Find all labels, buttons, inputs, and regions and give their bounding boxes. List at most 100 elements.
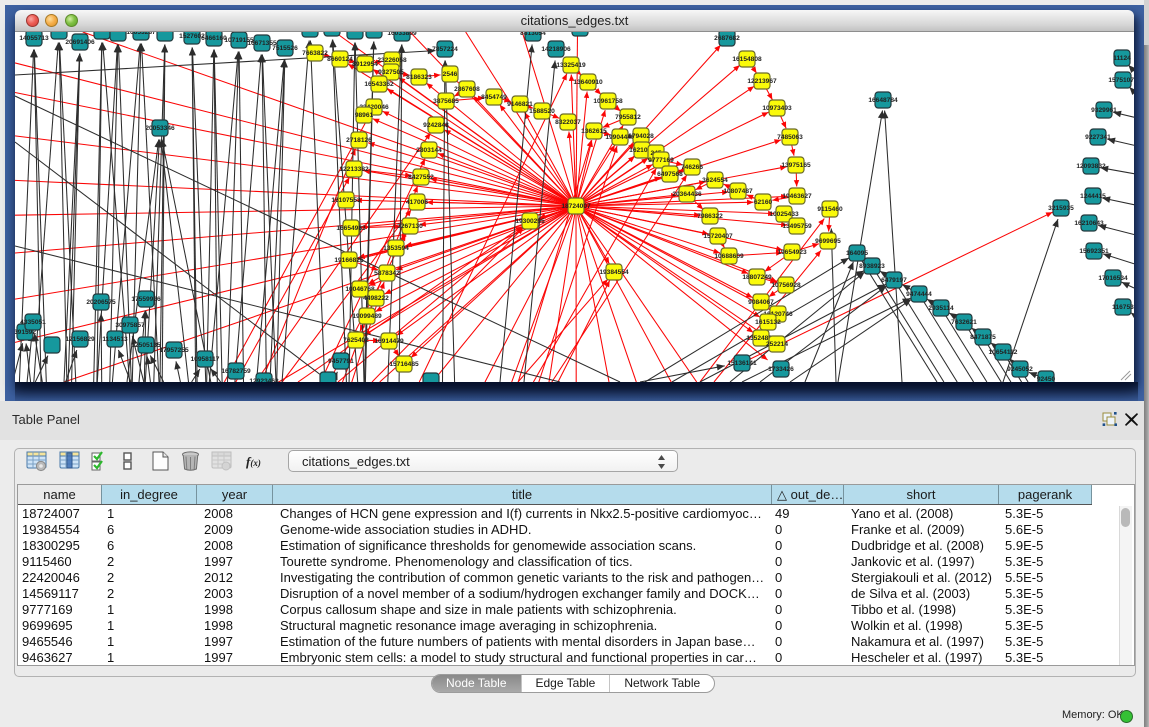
svg-text:14218906: 14218906 <box>541 46 571 53</box>
svg-text:9699695: 9699695 <box>815 238 841 245</box>
svg-text:9777169: 9777169 <box>648 157 674 164</box>
svg-text:10961758: 10961758 <box>593 98 623 105</box>
svg-text:9327505: 9327505 <box>378 69 404 76</box>
svg-text:1733426: 1733426 <box>768 366 794 373</box>
svg-text:12213382: 12213382 <box>339 166 369 173</box>
svg-text:1134513: 1134513 <box>102 336 128 343</box>
svg-text:164095: 164095 <box>846 250 868 257</box>
svg-text:16033809: 16033809 <box>387 32 417 37</box>
svg-text:7986322: 7986322 <box>697 213 723 220</box>
svg-text:5878342: 5878342 <box>374 270 400 277</box>
svg-text:1362615: 1362615 <box>581 128 607 135</box>
svg-text:417006: 417006 <box>406 199 428 206</box>
svg-text:13640910: 13640910 <box>573 79 603 86</box>
svg-text:6479197: 6479197 <box>881 277 907 284</box>
svg-text:4498222: 4498222 <box>363 295 389 302</box>
svg-text:7625402: 7625402 <box>343 337 369 344</box>
svg-text:6497568: 6497568 <box>657 171 683 178</box>
svg-text:13495759: 13495759 <box>782 223 812 230</box>
svg-text:8427552: 8427552 <box>408 174 434 181</box>
svg-text:19099489: 19099489 <box>352 313 382 320</box>
svg-text:6466160: 6466160 <box>201 35 227 42</box>
svg-text:6794028: 6794028 <box>628 133 654 140</box>
svg-text:15720407: 15720407 <box>703 233 733 240</box>
svg-text:9115460: 9115460 <box>817 206 843 213</box>
svg-text:3624554: 3624554 <box>702 177 728 184</box>
svg-text:3215935: 3215935 <box>1048 205 1074 212</box>
svg-text:746266: 746266 <box>681 164 703 171</box>
svg-text:2687682: 2687682 <box>714 35 740 42</box>
svg-text:16210643: 16210643 <box>1074 220 1104 227</box>
svg-text:20053346: 20053346 <box>145 125 175 132</box>
svg-text:16654983: 16654983 <box>336 225 366 232</box>
svg-text:16914479: 16914479 <box>374 338 404 345</box>
svg-text:2718126: 2718126 <box>346 137 372 144</box>
svg-text:7632621: 7632621 <box>951 319 977 326</box>
svg-text:10756928: 10756928 <box>771 282 801 289</box>
svg-text:9242848: 9242848 <box>423 122 449 129</box>
svg-text:252214: 252214 <box>766 341 788 348</box>
svg-text:2803144: 2803144 <box>416 147 442 154</box>
svg-text:9474444: 9474444 <box>906 291 932 298</box>
svg-text:8912954: 8912954 <box>352 61 378 68</box>
svg-text:10653287: 10653287 <box>126 32 156 36</box>
svg-text:16782759: 16782759 <box>221 368 251 375</box>
svg-text:7955812: 7955812 <box>615 114 641 121</box>
svg-text:13975165: 13975165 <box>781 162 811 169</box>
svg-text:2935114: 2935114 <box>928 305 954 312</box>
svg-text:9084067: 9084067 <box>748 299 774 306</box>
svg-text:9227341: 9227341 <box>1085 134 1111 141</box>
svg-text:9245052: 9245052 <box>1007 366 1033 373</box>
svg-text:3875685: 3875685 <box>433 98 459 105</box>
svg-text:7515526: 7515526 <box>272 45 298 52</box>
svg-text:17559926: 17559926 <box>131 296 161 303</box>
svg-text:19300295: 19300295 <box>515 218 545 225</box>
svg-text:20364436: 20364436 <box>672 191 702 198</box>
svg-text:15692351: 15692351 <box>1079 248 1109 255</box>
svg-text:30975857: 30975857 <box>115 322 145 329</box>
svg-text:20206575: 20206575 <box>86 299 116 306</box>
svg-text:12923468: 12923468 <box>249 378 279 382</box>
svg-text:2867608: 2867608 <box>454 86 480 93</box>
svg-text:92450: 92450 <box>1037 376 1056 382</box>
svg-text:11124: 11124 <box>1113 55 1131 62</box>
svg-text:15751074: 15751074 <box>1108 77 1134 84</box>
svg-text:10973493: 10973493 <box>762 105 792 112</box>
svg-text:7485063: 7485063 <box>777 134 803 141</box>
svg-text:19166825: 19166825 <box>334 257 364 264</box>
svg-text:17016534: 17016534 <box>1098 275 1128 282</box>
svg-text:2546: 2546 <box>443 71 458 78</box>
svg-text:9146821: 9146821 <box>507 101 533 108</box>
svg-text:98961: 98961 <box>355 112 374 119</box>
svg-text:62160: 62160 <box>754 199 773 206</box>
svg-text:3267130: 3267130 <box>397 223 423 230</box>
svg-text:8186323: 8186323 <box>406 74 432 81</box>
svg-text:16154808: 16154808 <box>732 56 762 63</box>
svg-text:18724007: 18724007 <box>561 203 591 210</box>
svg-text:10688609: 10688609 <box>714 253 744 260</box>
svg-text:10958117: 10958117 <box>191 356 220 363</box>
svg-text:8938923: 8938923 <box>859 263 885 270</box>
svg-text:12213967: 12213967 <box>747 78 777 85</box>
svg-text:1353594: 1353594 <box>383 245 409 252</box>
svg-text:12093832: 12093832 <box>1076 163 1106 170</box>
svg-text:12505135: 12505135 <box>131 342 161 349</box>
svg-text:18807249: 18807249 <box>742 274 772 281</box>
svg-text:9457791: 9457791 <box>328 358 354 365</box>
svg-text:7663822: 7663822 <box>302 50 328 57</box>
svg-text:8454749: 8454749 <box>481 94 507 101</box>
svg-text:19654923: 19654923 <box>777 249 807 256</box>
svg-text:14055713: 14055713 <box>19 35 49 42</box>
svg-text:19384554: 19384554 <box>599 269 629 276</box>
svg-text:15136141: 15136141 <box>727 360 757 367</box>
svg-text:8813054: 8813054 <box>520 32 546 37</box>
svg-text:23226058: 23226058 <box>377 57 407 64</box>
svg-text:17957255: 17957255 <box>159 347 189 354</box>
svg-text:10807487: 10807487 <box>723 188 753 195</box>
svg-text:10654112: 10654112 <box>989 349 1018 356</box>
svg-text:1244415: 1244415 <box>1080 193 1106 200</box>
svg-text:16543362: 16543362 <box>364 81 394 88</box>
svg-text:1615132: 1615132 <box>755 319 781 326</box>
svg-text:116753: 116753 <box>1112 304 1134 311</box>
svg-text:16648784: 16648784 <box>868 97 898 104</box>
